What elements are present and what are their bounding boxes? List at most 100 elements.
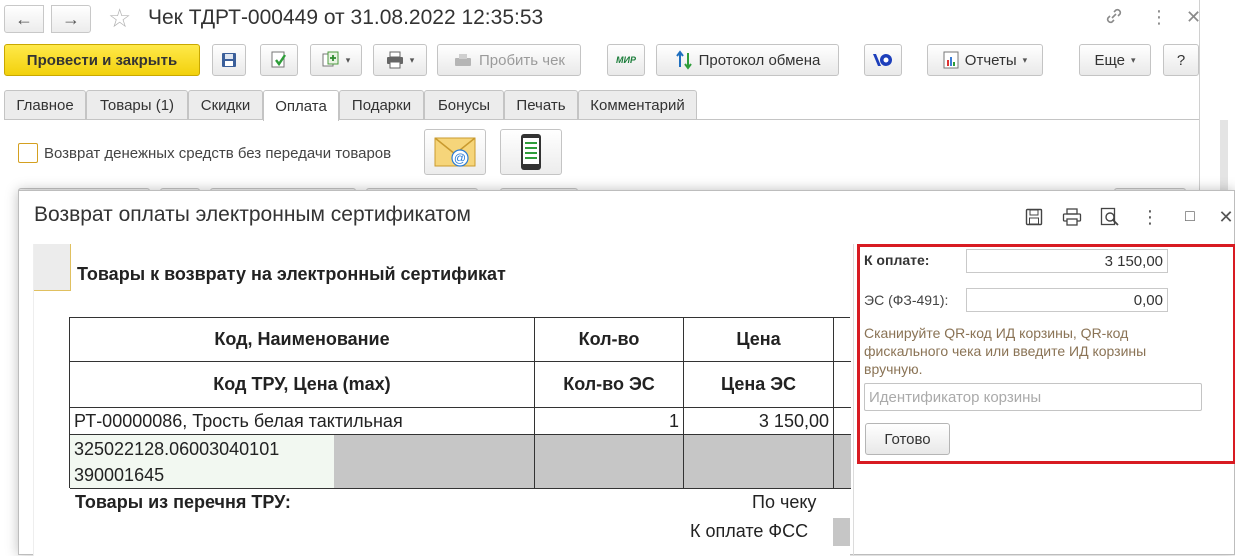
done-label: Готово (884, 430, 931, 448)
dialog-title: Возврат оплаты электронным сертификатом (34, 203, 471, 226)
panel-divider (853, 244, 854, 556)
tru-goods-label: Товары из перечня ТРУ: (75, 492, 291, 512)
tab-payment[interactable]: Оплата (263, 90, 339, 121)
tab-label: Главное (16, 97, 74, 114)
reports-label: Отчеты (964, 51, 1017, 69)
column-header: Код ТРУ, Цена (max) (70, 362, 535, 408)
fss-value-cell (833, 518, 850, 546)
post-document-button[interactable] (260, 44, 298, 76)
tabs-divider (4, 119, 1200, 120)
more-menu-icon[interactable]: ⋮ (1139, 207, 1161, 227)
window-edge (1199, 0, 1200, 190)
to-pay-label: К оплате: (864, 252, 930, 268)
scrollbar[interactable] (1220, 120, 1228, 190)
done-button[interactable]: Готово (865, 423, 950, 455)
tab-bonuses[interactable]: Бонусы (424, 90, 504, 120)
tab-label: Подарки (351, 97, 412, 114)
table-cell-cut (834, 408, 851, 435)
document-title: Чек ТДРТ-000449 от 31.08.2022 12:35:53 (148, 6, 544, 29)
reports-button[interactable]: Отчеты ▾ (927, 44, 1043, 76)
exchange-log-label: Протокол обмена (698, 51, 821, 69)
tab-discounts[interactable]: Скидки (188, 90, 263, 120)
cart-id-input[interactable]: Идентификатор корзины (864, 383, 1202, 411)
table-cell-es-qty (535, 435, 684, 489)
maximize-icon[interactable]: □ (1179, 207, 1201, 227)
cash-register-icon (454, 54, 471, 66)
close-dialog-icon[interactable]: ✕ (1215, 207, 1235, 227)
table-cell-cut (834, 435, 851, 489)
column-header: Код, Наименование (70, 318, 535, 362)
yookassa-icon (873, 54, 892, 66)
tab-label: Товары (1) (99, 97, 175, 114)
printer-icon (386, 51, 403, 69)
svg-text:@: @ (454, 151, 466, 165)
report-chart-icon (943, 51, 959, 69)
tab-label: Комментарий (590, 97, 685, 114)
to-pay-field: 3 150,00 (966, 249, 1168, 273)
tab-comment[interactable]: Комментарий (578, 90, 697, 120)
send-sms-button[interactable] (500, 129, 562, 175)
yookassa-button[interactable] (864, 44, 902, 76)
tab-main[interactable]: Главное (4, 90, 86, 120)
column-header: Цена (684, 318, 834, 362)
mobile-phone-icon (521, 134, 541, 170)
exchange-log-button[interactable]: Протокол обмена (656, 44, 839, 76)
by-check-label: По чеку (752, 492, 817, 512)
help-label: ? (1176, 51, 1186, 69)
mir-payment-button[interactable]: МИР (607, 44, 645, 76)
refund-without-goods-label: Возврат денежных средств без передачи то… (44, 145, 392, 162)
tab-goods[interactable]: Товары (1) (86, 90, 188, 120)
post-and-close-button[interactable]: Провести и закрыть (4, 44, 200, 76)
refund-report: Товары к возврату на электронный сертифи… (33, 244, 851, 556)
es-label: ЭС (ФЗ-491): (864, 292, 949, 308)
help-button[interactable]: ? (1163, 44, 1199, 76)
more-actions-button[interactable]: Еще ▾ (1079, 44, 1151, 76)
link-icon[interactable] (1104, 6, 1124, 31)
column-header-cut (834, 362, 851, 408)
favorite-star-icon[interactable]: ☆ (108, 4, 131, 32)
back-button[interactable]: ← (4, 5, 44, 33)
tab-print[interactable]: Печать (504, 90, 578, 120)
goods-table: Код, Наименование Кол-во Цена Код ТРУ, Ц… (69, 317, 851, 489)
column-header: Кол-во (535, 318, 684, 362)
print-receipt-label: Пробить чек (478, 51, 565, 69)
tab-gifts[interactable]: Подарки (339, 90, 424, 120)
arrow-right-icon: → (62, 8, 80, 29)
chevron-down-icon: ▾ (1022, 54, 1028, 65)
post-document-icon (271, 51, 286, 68)
report-corner (34, 244, 71, 291)
tab-label: Скидки (200, 97, 251, 114)
report-caption: Товары к возврату на электронный сертифи… (77, 264, 506, 284)
chevron-down-icon: ▾ (409, 54, 415, 65)
table-cell-name: РТ-00000086, Трость белая тактильная (70, 408, 535, 435)
print-receipt-button[interactable]: Пробить чек (437, 44, 581, 76)
forward-button[interactable]: → (51, 5, 91, 33)
print-preview-icon[interactable] (1099, 207, 1121, 227)
more-menu-icon[interactable]: ⋮ (1150, 6, 1168, 28)
print-button[interactable]: ▾ (373, 44, 427, 76)
save-icon[interactable] (1023, 207, 1045, 227)
tab-label: Оплата (275, 97, 327, 115)
tru-code-line: 390001645 (74, 464, 165, 485)
create-based-icon (322, 51, 339, 67)
tru-code-line: 325022128.06003040101 (74, 438, 280, 459)
column-header: Кол-во ЭС (535, 362, 684, 408)
table-cell-price: 3 150,00 (684, 408, 834, 435)
create-based-on-button[interactable]: ▾ (310, 44, 362, 76)
printer-icon[interactable] (1061, 207, 1083, 227)
exchange-arrows-icon (675, 50, 692, 70)
scan-hint-text: Сканируйте QR-код ИД корзины, QR-код фис… (864, 325, 1147, 377)
refund-without-goods-checkbox[interactable] (18, 143, 38, 163)
es-refund-dialog: Возврат оплаты электронным сертификатом … (18, 190, 1235, 556)
chevron-down-icon: ▾ (1131, 54, 1136, 65)
send-email-button[interactable]: @ (424, 129, 486, 175)
fss-payment-label: К оплате ФСС (690, 521, 809, 541)
tab-label: Бонусы (437, 97, 491, 114)
save-button[interactable] (212, 44, 246, 76)
es-amount-field: 0,00 (966, 288, 1168, 312)
mir-logo-icon: МИР (616, 55, 636, 65)
chevron-down-icon: ▾ (345, 54, 351, 65)
es-payment-panel: К оплате: 3 150,00 ЭС (ФЗ-491): 0,00 Ска… (857, 244, 1235, 464)
more-actions-label: Еще (1094, 51, 1125, 69)
tab-label: Печать (516, 97, 566, 114)
